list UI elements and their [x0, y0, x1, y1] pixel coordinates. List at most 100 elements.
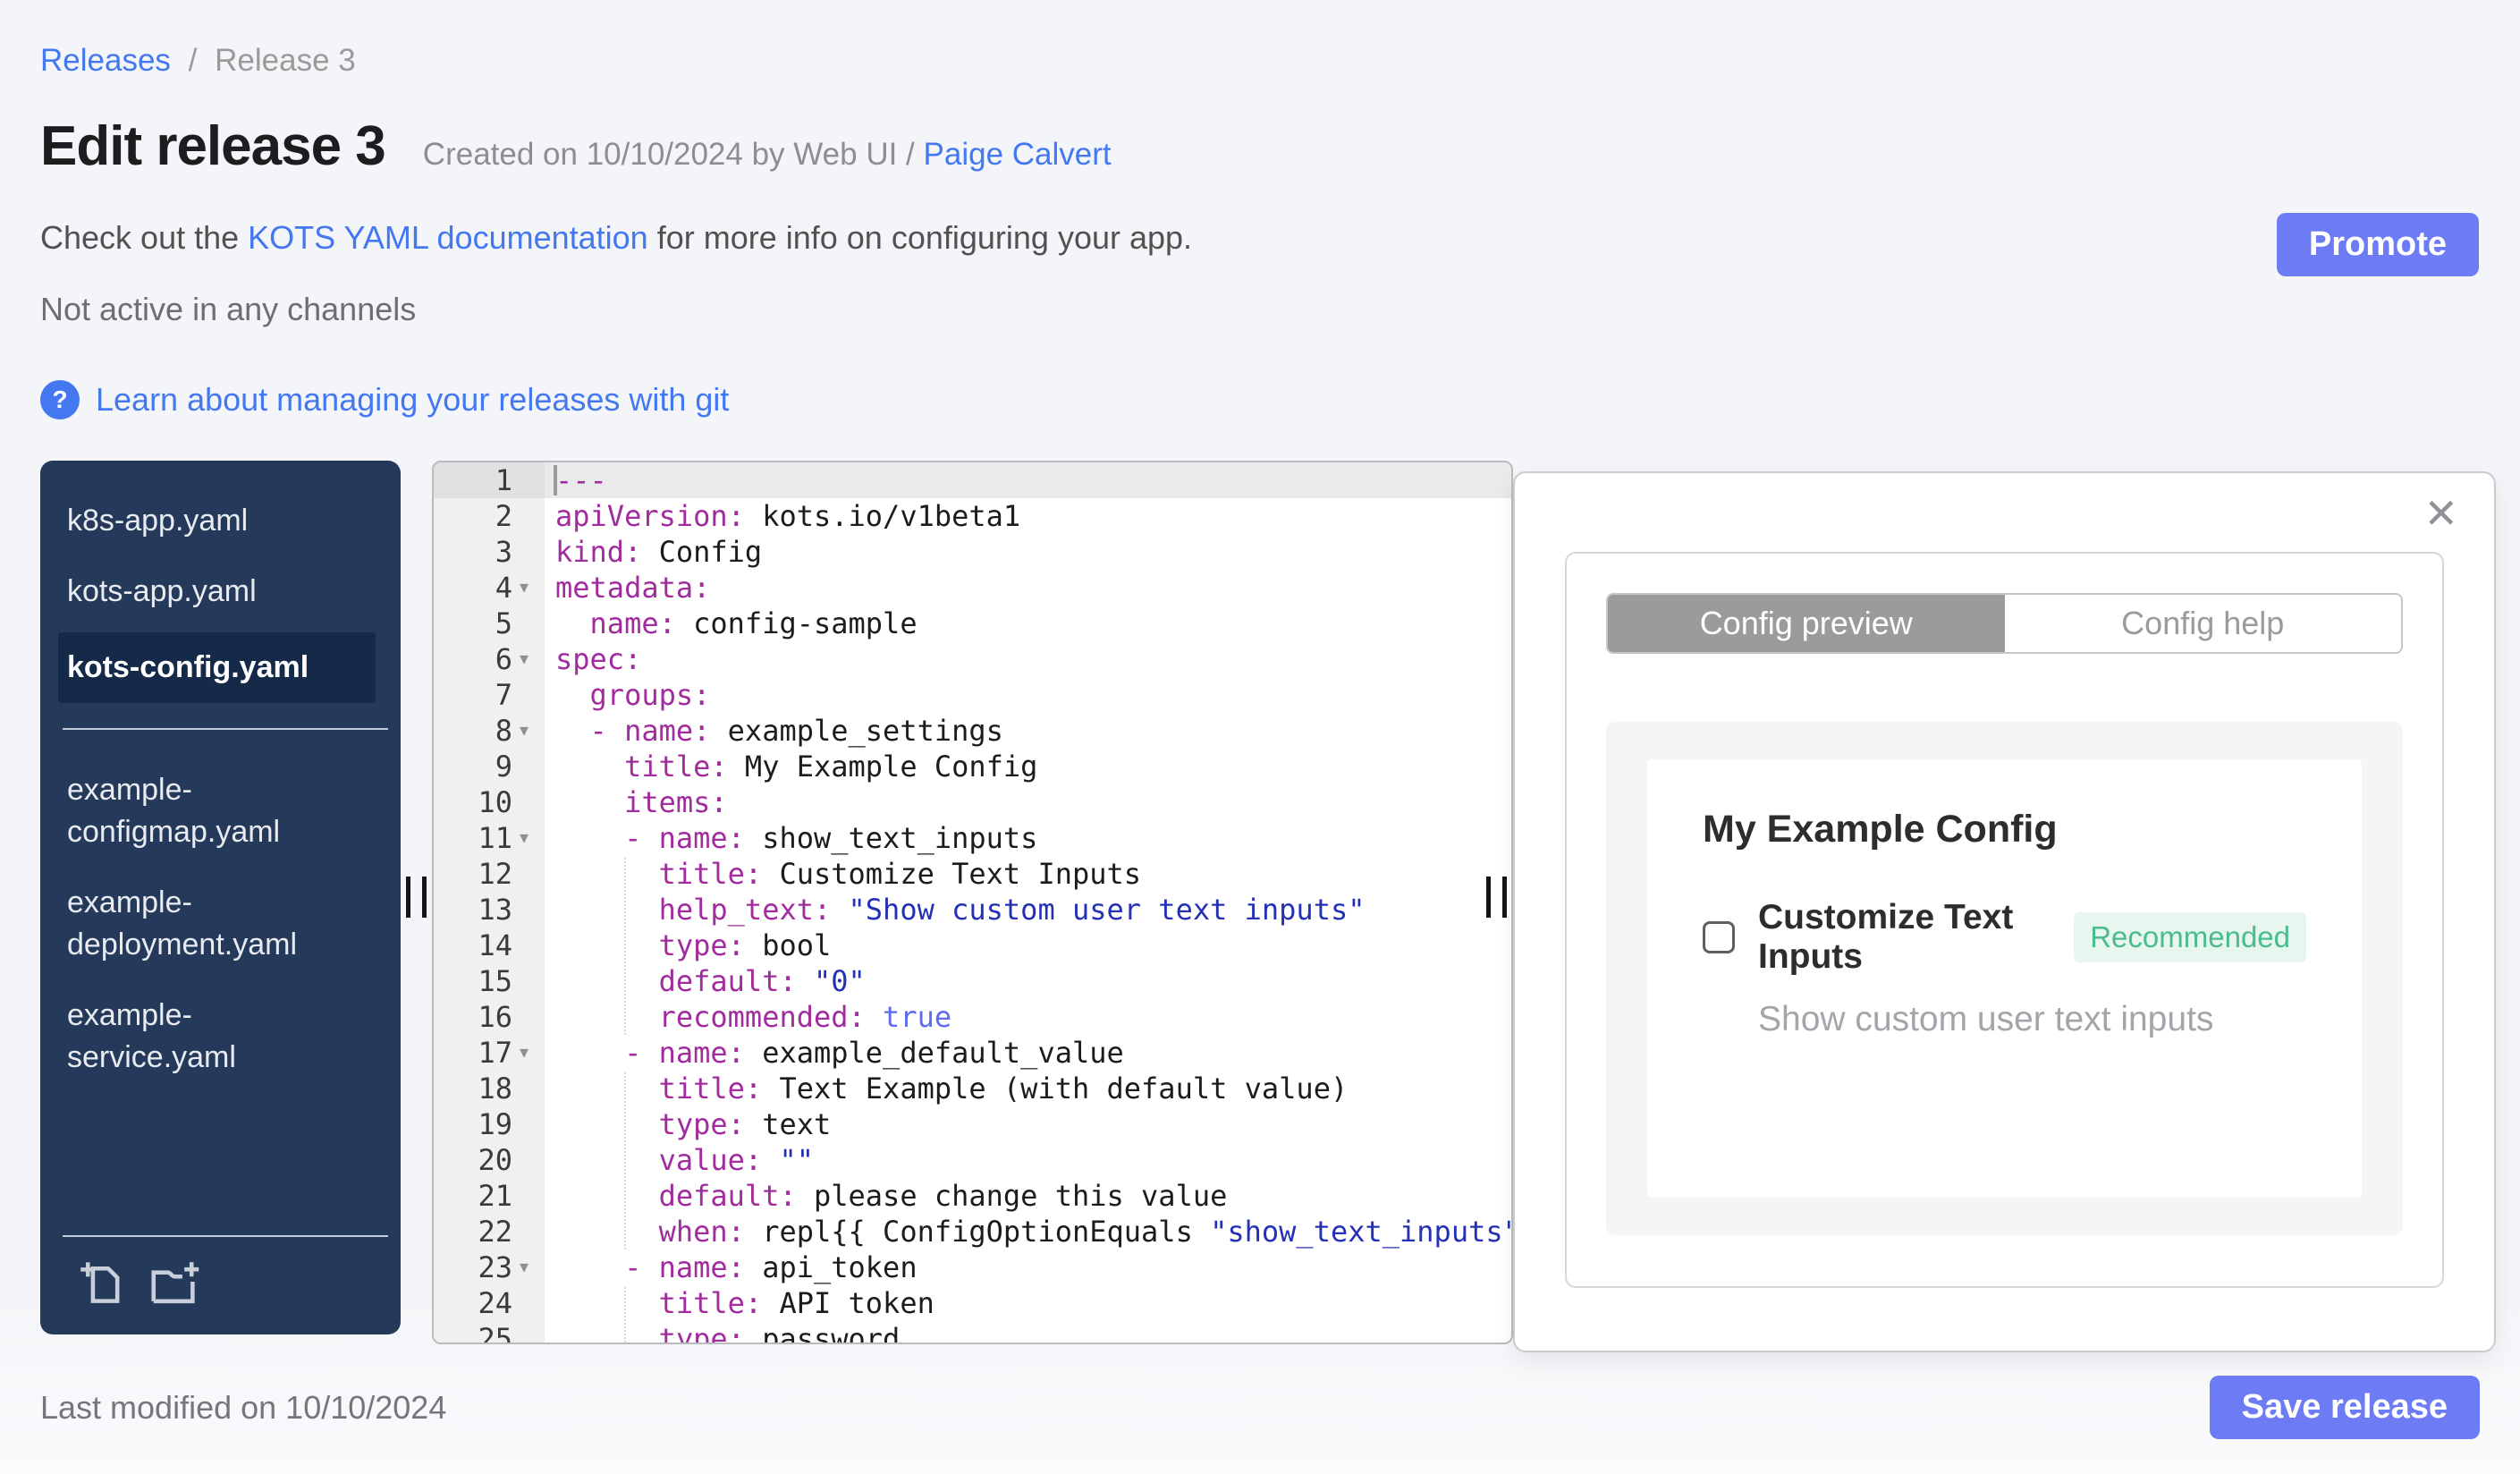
code-row[interactable]: 16 recommended: true [434, 999, 1511, 1035]
sidebar-file-item[interactable]: kots-app.yaml [40, 556, 401, 627]
sidebar-file-item[interactable]: k8s-app.yaml [40, 486, 401, 556]
code-row[interactable]: 6 ▾ spec: [434, 641, 1511, 677]
config-render-area: My Example Config Customize Text Inputs … [1606, 722, 2403, 1235]
code-line[interactable]: help_text: "Show custom user text inputs… [545, 892, 1511, 928]
sidebar-file-item[interactable]: kots-config.yaml [58, 632, 376, 703]
code-row[interactable]: 24 title: API token [434, 1285, 1511, 1321]
code-row[interactable]: 23 ▾ - name: api_token [434, 1250, 1511, 1285]
code-row[interactable]: 20 value: "" [434, 1142, 1511, 1178]
fold-toggle-icon[interactable]: ▾ [512, 820, 545, 856]
code-line[interactable]: title: My Example Config [545, 749, 1511, 784]
code-row[interactable]: 19 type: text [434, 1106, 1511, 1142]
close-icon[interactable]: ✕ [2423, 493, 2458, 534]
code-row[interactable]: 21 default: please change this value [434, 1178, 1511, 1214]
code-row[interactable]: 15 default: "0" [434, 963, 1511, 999]
code-line[interactable]: title: API token [545, 1285, 1511, 1321]
tab-config-preview[interactable]: Config preview [1608, 595, 2005, 652]
code-row[interactable]: 1 --- [434, 462, 1511, 498]
created-text: Created on 10/10/2024 by Web UI / [422, 137, 924, 172]
new-file-button[interactable] [79, 1257, 123, 1309]
fold-toggle-icon[interactable]: ▾ [512, 570, 545, 606]
code-row[interactable]: 8 ▾ - name: example_settings [434, 713, 1511, 749]
line-number: 24 [434, 1285, 545, 1321]
line-number: 23 ▾ [434, 1250, 545, 1285]
fold-toggle-icon[interactable]: ▾ [512, 1035, 545, 1071]
code-row[interactable]: 3 kind: Config [434, 534, 1511, 570]
code-line[interactable]: value: "" [545, 1142, 1511, 1178]
code-line[interactable]: type: password [545, 1321, 1511, 1343]
fold-toggle-icon[interactable]: ▾ [512, 713, 545, 749]
code-row[interactable]: 12 title: Customize Text Inputs [434, 856, 1511, 892]
code-line[interactable]: metadata: [545, 570, 1511, 606]
line-number: 5 [434, 606, 545, 641]
git-help-link[interactable]: ? Learn about managing your releases wit… [40, 380, 729, 419]
code-line[interactable]: type: text [545, 1106, 1511, 1142]
fold-toggle-icon[interactable]: ▾ [512, 1250, 545, 1285]
indent-guide [624, 858, 626, 1035]
fold-toggle-icon[interactable]: ▾ [512, 641, 545, 677]
config-item-row: Customize Text Inputs Recommended [1703, 898, 2306, 977]
line-number: 1 [434, 462, 545, 498]
docs-text-prefix: Check out the [40, 219, 249, 256]
code-row[interactable]: 9 title: My Example Config [434, 749, 1511, 784]
code-line[interactable]: kind: Config [545, 534, 1511, 570]
customize-text-inputs-checkbox[interactable] [1703, 921, 1735, 953]
code-row[interactable]: 17 ▾ - name: example_default_value [434, 1035, 1511, 1071]
code-row[interactable]: 25 type: password [434, 1321, 1511, 1343]
sidebar-actions [63, 1235, 388, 1334]
line-number: 9 [434, 749, 545, 784]
code-row[interactable]: 13 help_text: "Show custom user text inp… [434, 892, 1511, 928]
author-link[interactable]: Paige Calvert [924, 137, 1112, 172]
code-line[interactable]: title: Text Example (with default value) [545, 1071, 1511, 1106]
code-line[interactable]: spec: [545, 641, 1511, 677]
code-line[interactable]: - name: api_token [545, 1250, 1511, 1285]
sidebar-file-item[interactable]: example-service.yaml [40, 980, 401, 1093]
code-row[interactable]: 11 ▾ - name: show_text_inputs [434, 820, 1511, 856]
code-line[interactable]: name: config-sample [545, 606, 1511, 641]
last-modified: Last modified on 10/10/2024 [40, 1388, 447, 1426]
code-line[interactable]: recommended: true [545, 999, 1511, 1035]
code-row[interactable]: 4 ▾ metadata: [434, 570, 1511, 606]
sidebar-file-item[interactable]: example-configmap.yaml [40, 755, 401, 868]
save-release-button[interactable]: Save release [2209, 1376, 2480, 1439]
created-info: Created on 10/10/2024 by Web UI / Paige … [423, 137, 1112, 173]
tab-config-help[interactable]: Config help [2004, 595, 2401, 652]
code-line[interactable]: - name: show_text_inputs [545, 820, 1511, 856]
code-line[interactable]: default: "0" [545, 963, 1511, 999]
code-row[interactable]: 22 when: repl{{ ConfigOptionEquals "show… [434, 1214, 1511, 1250]
sidebar-file-item[interactable]: example-deployment.yaml [40, 868, 401, 980]
code-lines: 1 --- 2 apiVersion: kots.io/v1beta1 3 kind: C… [434, 462, 1511, 1343]
code-row[interactable]: 14 type: bool [434, 928, 1511, 963]
code-row[interactable]: 2 apiVersion: kots.io/v1beta1 [434, 498, 1511, 534]
indent-guide [624, 1072, 626, 1250]
code-line[interactable]: default: please change this value [545, 1178, 1511, 1214]
yaml-editor[interactable]: 1 --- 2 apiVersion: kots.io/v1beta1 3 kind: C… [432, 461, 1513, 1344]
kots-docs-link[interactable]: KOTS YAML documentation [248, 219, 648, 256]
breadcrumb-separator: / [188, 43, 198, 78]
pane-resize-handle[interactable] [402, 877, 430, 918]
code-line[interactable]: when: repl{{ ConfigOptionEquals "show_te… [545, 1214, 1511, 1250]
new-folder-button[interactable] [148, 1257, 204, 1309]
code-line[interactable]: --- [545, 462, 1511, 498]
sidebar-divider [63, 728, 388, 730]
promote-button[interactable]: Promote [2276, 213, 2479, 276]
code-line[interactable]: groups: [545, 677, 1511, 713]
code-line[interactable]: type: bool [545, 928, 1511, 963]
pane-resize-handle[interactable] [1482, 877, 1510, 918]
line-number: 25 [434, 1321, 545, 1343]
code-row[interactable]: 5 name: config-sample [434, 606, 1511, 641]
code-line[interactable]: title: Customize Text Inputs [545, 856, 1511, 892]
code-row[interactable]: 7 groups: [434, 677, 1511, 713]
recommended-badge: Recommended [2074, 912, 2306, 962]
line-number: 7 [434, 677, 545, 713]
code-line[interactable]: - name: example_settings [545, 713, 1511, 749]
line-number: 20 [434, 1142, 545, 1178]
code-line[interactable]: apiVersion: kots.io/v1beta1 [545, 498, 1511, 534]
breadcrumb-releases-link[interactable]: Releases [40, 43, 171, 78]
code-row[interactable]: 10 items: [434, 784, 1511, 820]
code-row[interactable]: 18 title: Text Example (with default val… [434, 1071, 1511, 1106]
code-line[interactable]: items: [545, 784, 1511, 820]
preview-card: Config preview Config help My Example Co… [1565, 552, 2444, 1288]
page-header: Edit release 3 Created on 10/10/2024 by … [40, 114, 2480, 178]
code-line[interactable]: - name: example_default_value [545, 1035, 1511, 1071]
